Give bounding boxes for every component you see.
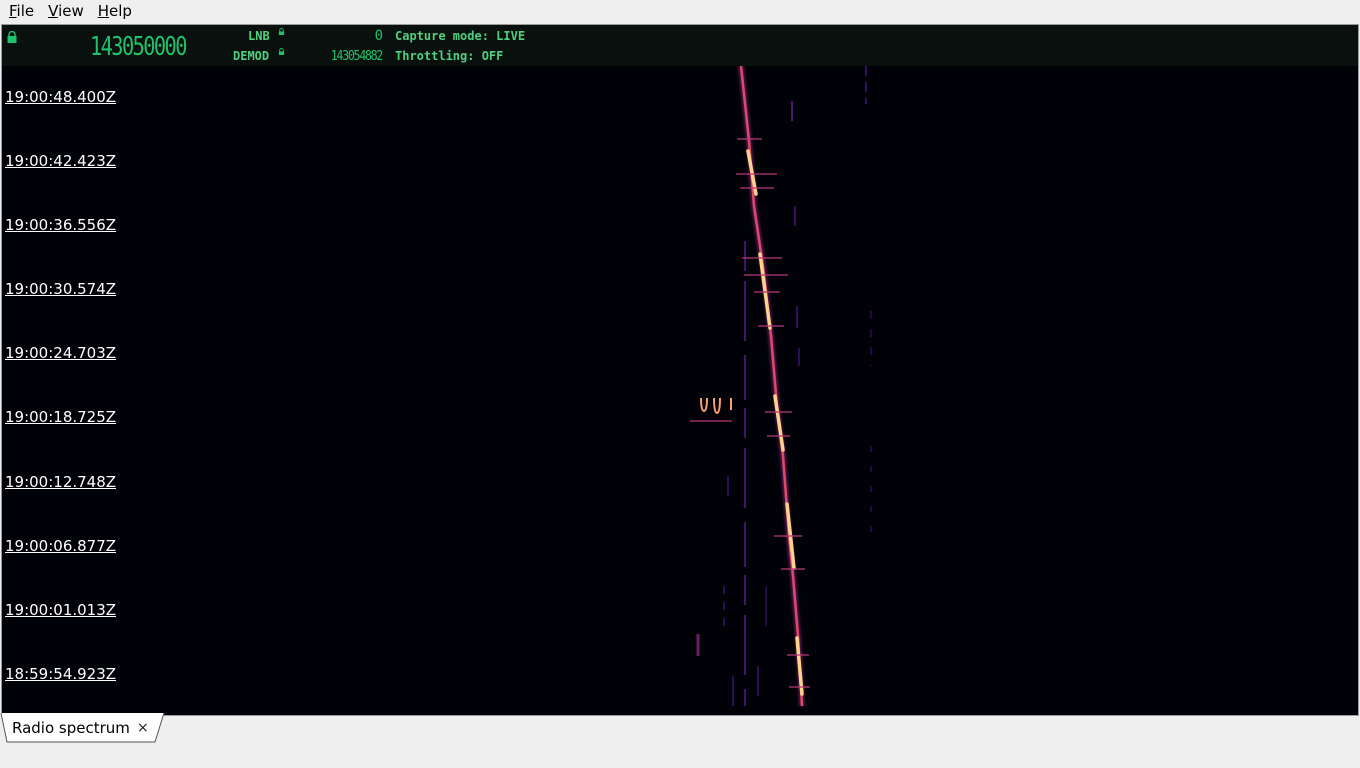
spectrum-panel: 143050000 LNB 0 DEMOD 143054882 Capture …	[1, 24, 1359, 716]
timestamp-label: 19:00:06.877Z	[5, 537, 117, 555]
tab-radio-spectrum[interactable]: Radio spectrum ×	[0, 713, 165, 743]
lnb-lock-icon[interactable]	[278, 28, 285, 35]
lnb-label: LNB	[248, 29, 270, 43]
status-header: 143050000 LNB 0 DEMOD 143054882 Capture …	[2, 25, 1358, 66]
close-icon[interactable]: ×	[137, 720, 149, 736]
menu-bar: File View Help	[0, 0, 1360, 22]
faint-carrier-traces	[696, 66, 872, 706]
menu-view[interactable]: View	[39, 2, 89, 20]
menu-file[interactable]: File	[0, 2, 39, 20]
center-frequency-display[interactable]: 143050000	[90, 32, 187, 62]
demod-label: DEMOD	[233, 49, 270, 63]
pulse-ticks	[690, 138, 810, 688]
timestamp-label: 19:00:42.423Z	[5, 152, 117, 170]
waterfall-display[interactable]: 19:00:48.400Z 19:00:42.423Z 19:00:36.556…	[2, 66, 1358, 715]
menu-help[interactable]: Help	[89, 2, 137, 20]
burst-cluster	[700, 397, 732, 415]
waterfall-canvas	[690, 66, 872, 707]
timestamp-label: 19:00:18.725Z	[5, 408, 117, 426]
lnb-frequency-display[interactable]: 0	[302, 28, 383, 44]
timestamp-label: 19:00:12.748Z	[5, 473, 117, 491]
timestamp-label: 19:00:24.703Z	[5, 344, 117, 362]
timestamp-label: 19:00:48.400Z	[5, 88, 117, 106]
tab-label: Radio spectrum	[12, 719, 130, 737]
timestamp-label: 18:59:54.923Z	[5, 665, 117, 683]
timestamp-label: 19:00:01.013Z	[5, 601, 117, 619]
timestamp-label: 19:00:30.574Z	[5, 280, 117, 298]
lock-icon[interactable]	[6, 31, 18, 43]
throttling-status: Throttling: OFF	[395, 49, 504, 63]
demod-frequency-display[interactable]: 143054882	[310, 49, 384, 64]
timestamp-label: 19:00:36.556Z	[5, 216, 117, 234]
demod-lock-icon[interactable]	[278, 48, 285, 55]
capture-mode-status: Capture mode: LIVE	[395, 29, 526, 43]
